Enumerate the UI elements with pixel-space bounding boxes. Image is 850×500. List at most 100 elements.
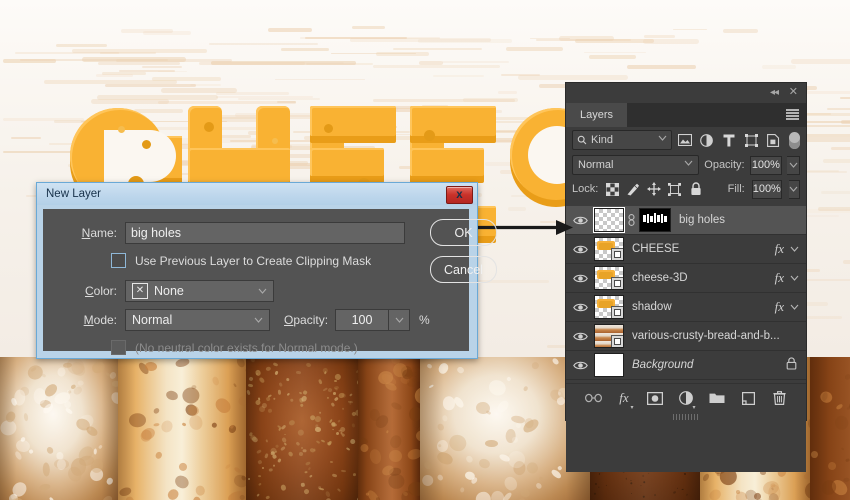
color-field-row: Color: ✕ None (67, 280, 274, 302)
layer-thumbnails (594, 324, 624, 348)
close-panel-icon[interactable]: ✕ (789, 85, 798, 98)
close-icon[interactable]: x (446, 186, 473, 204)
dialog-title-bar[interactable]: New Layer x (37, 183, 477, 205)
fx-glyph: fx (774, 241, 784, 256)
add-layer-mask-icon[interactable] (647, 390, 664, 407)
new-layer-icon[interactable] (740, 390, 757, 407)
panel-tab-row: Layers (566, 103, 806, 127)
clipping-mask-checkbox[interactable] (111, 253, 126, 268)
delete-layer-icon[interactable] (771, 390, 788, 407)
layer-row[interactable]: various-crusty-bread-and-b... (566, 322, 806, 351)
link-layers-icon[interactable] (584, 390, 602, 407)
layer-visibility-eye-icon[interactable] (566, 293, 594, 321)
chevron-down-icon (658, 135, 667, 141)
cancel-button[interactable]: Cancel (430, 256, 497, 283)
screenshot-root: ◂◂ ✕ Layers Kind Normal Opacity: 100% Lo… (0, 0, 850, 500)
layer-mask-thumbnail[interactable] (639, 208, 671, 232)
chevron-down-icon[interactable] (790, 246, 799, 252)
tab-layers[interactable]: Layers (566, 103, 628, 127)
fx-dropdown-tick: ▾ (630, 404, 634, 411)
mask-link-icon[interactable] (627, 214, 636, 226)
layer-row[interactable]: Background (566, 351, 806, 380)
layer-effects[interactable]: fx (775, 241, 806, 257)
panel-menu-icon[interactable] (786, 109, 799, 120)
ok-button[interactable]: OK (430, 219, 497, 246)
layer-effects[interactable]: fx (775, 270, 806, 286)
lock-image-pixels-icon[interactable] (626, 180, 640, 199)
type-filter-icon[interactable] (720, 131, 738, 150)
chevron-down-icon (684, 160, 693, 166)
layer-thumbnails (594, 295, 624, 319)
layer-thumbnail[interactable] (594, 353, 624, 377)
layer-row[interactable]: cheese-3D fx (566, 264, 806, 293)
fx-glyph: fx (774, 299, 784, 314)
opacity-dropdown-icon[interactable] (787, 155, 800, 175)
lock-transparent-pixels-icon[interactable] (605, 180, 619, 199)
lock-position-icon[interactable] (647, 180, 662, 199)
adjustment-dropdown-tick: ▾ (692, 404, 696, 411)
layer-thumbnails (594, 208, 671, 232)
layer-thumbnail[interactable] (594, 295, 624, 319)
smart-object-badge-icon (611, 335, 623, 347)
dialog-opacity-dropdown[interactable] (389, 309, 411, 331)
clipping-mask-row[interactable]: Use Previous Layer to Create Clipping Ma… (111, 253, 371, 268)
layer-name-value: big holes (131, 226, 182, 240)
chevron-down-icon[interactable] (790, 304, 799, 310)
layer-thumbnails (594, 237, 624, 261)
neutral-color-checkbox (111, 340, 126, 355)
fx-glyph: fx (774, 270, 784, 285)
layers-panel-toolbar: fx ▾ ▾ (566, 384, 806, 412)
layer-thumbnails (594, 266, 624, 290)
layer-thumbnail[interactable] (594, 237, 624, 261)
no-color-icon: ✕ (132, 283, 148, 299)
filter-kind-select[interactable]: Kind (572, 130, 672, 150)
layer-visibility-eye-icon[interactable] (566, 264, 594, 292)
layer-row[interactable]: shadow fx (566, 293, 806, 322)
neutral-color-row: (No neutral color exists for Normal mode… (111, 340, 358, 355)
collapse-panel-icon[interactable]: ◂◂ (770, 87, 779, 98)
layer-name: cheese-3D (632, 272, 688, 284)
dialog-opacity-label: Opacity: (284, 313, 329, 327)
layer-visibility-eye-icon[interactable] (566, 322, 594, 350)
new-group-icon[interactable] (709, 390, 726, 407)
new-adjustment-layer-icon[interactable]: ▾ (678, 390, 696, 411)
chevron-down-icon (254, 317, 263, 323)
chevron-down-icon[interactable] (790, 275, 799, 281)
layer-name: CHEESE (632, 243, 680, 255)
layer-name: various-crusty-bread-and-b... (632, 330, 780, 342)
lock-row: Lock: Fill: 100% (566, 177, 806, 201)
pixel-filter-icon[interactable] (676, 131, 694, 150)
lock-label: Lock: (572, 183, 599, 195)
blend-mode-select[interactable]: Normal (572, 155, 700, 175)
smart-object-filter-icon[interactable] (764, 131, 782, 150)
fill-dropdown-icon[interactable] (788, 179, 800, 199)
name-label: Name: (81, 226, 117, 240)
filter-enable-toggle[interactable] (789, 131, 800, 149)
bread-loaf (420, 357, 590, 500)
layer-thumbnail[interactable] (594, 324, 624, 348)
color-select[interactable]: ✕ None (125, 280, 274, 302)
layer-name: Background (632, 359, 694, 371)
lock-artboard-nesting-icon[interactable] (668, 180, 682, 199)
layer-row[interactable]: CHEESE fx (566, 235, 806, 264)
layer-thumbnail[interactable] (594, 266, 624, 290)
dialog-opacity-value: 100 (351, 313, 373, 327)
adjustment-filter-icon[interactable] (698, 131, 716, 150)
panel-top-bar: ◂◂ ✕ (566, 83, 806, 103)
layer-style-fx-icon[interactable]: fx ▾ (616, 390, 633, 411)
smart-object-badge-icon (611, 248, 623, 260)
layer-thumbnail[interactable] (594, 208, 624, 232)
layer-effects[interactable]: fx (775, 299, 806, 315)
opacity-value-field[interactable]: 100% (749, 155, 783, 175)
layer-name-input[interactable]: big holes (125, 222, 405, 244)
shape-filter-icon[interactable] (742, 131, 760, 150)
fill-value-field[interactable]: 100% (751, 179, 782, 199)
lock-all-icon[interactable] (689, 180, 703, 199)
layer-visibility-eye-icon[interactable] (566, 351, 594, 379)
mode-select[interactable]: Normal (125, 309, 270, 331)
panel-resize-grip[interactable] (673, 414, 699, 420)
layer-row[interactable]: big holes (566, 206, 806, 235)
chevron-down-icon (258, 288, 267, 294)
bread-loaf (246, 357, 358, 500)
dialog-opacity-input[interactable]: 100 (335, 309, 390, 331)
